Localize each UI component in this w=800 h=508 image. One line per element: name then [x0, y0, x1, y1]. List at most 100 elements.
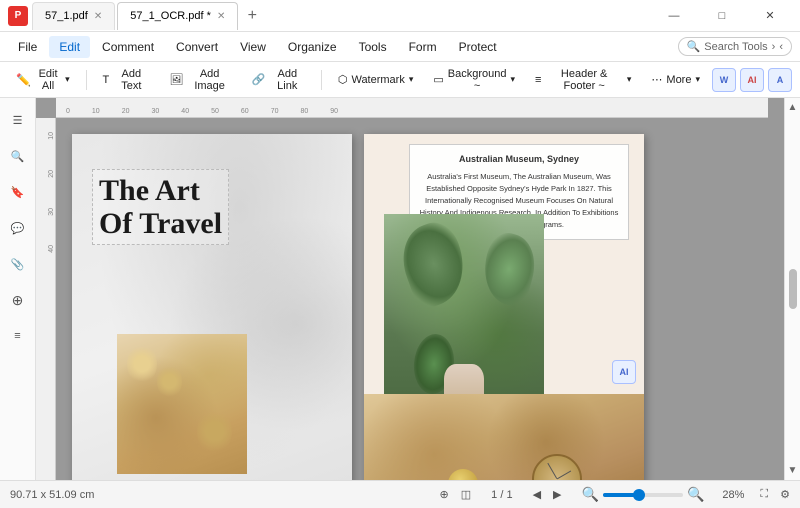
dropdown-icon: ▾ — [627, 74, 632, 85]
close-icon[interactable]: ✕ — [94, 11, 102, 22]
edit-toolbar: ✏️ Edit All ▾ T Add Text 🖼 Add Image 🔗 A… — [0, 62, 800, 98]
ruler-tick: 70 — [271, 108, 279, 115]
sidebar-attach-icon[interactable]: 📎 — [4, 250, 32, 278]
menu-view[interactable]: View — [230, 36, 276, 58]
page-title-box[interactable]: The ArtOf Travel — [92, 169, 229, 245]
page-title-text: The ArtOf Travel — [99, 174, 222, 240]
more-label: More — [666, 74, 691, 86]
page-floral-image — [117, 334, 247, 474]
next-page-button[interactable]: ▶ — [553, 488, 561, 501]
menu-organize[interactable]: Organize — [278, 36, 347, 58]
ai-badge-right[interactable]: AI — [612, 360, 636, 384]
window-controls: — □ ✕ — [652, 2, 792, 30]
ruler-tick: 40 — [181, 108, 189, 115]
watermark-button[interactable]: ⬡ Watermark ▾ — [330, 69, 422, 90]
menu-tools[interactable]: Tools — [349, 36, 397, 58]
zoom-thumb[interactable] — [633, 489, 645, 501]
menu-form[interactable]: Form — [399, 36, 447, 58]
ruler-tick: 20 — [48, 170, 55, 178]
pdf-page-right: Australian Museum, Sydney Australia's Fi… — [364, 134, 644, 480]
sidebar-layers-icon[interactable]: ≡ — [4, 322, 32, 350]
sidebar-add-icon[interactable]: ⊕ — [4, 286, 32, 314]
zoom-out-button[interactable]: 🔍 — [582, 486, 599, 503]
zoom-in-button[interactable]: 🔍 — [687, 486, 704, 503]
close-icon[interactable]: ✕ — [217, 11, 225, 22]
ocr-icon[interactable]: ◫ — [461, 488, 471, 501]
edit-icon: ✏️ — [16, 73, 31, 87]
ruler-tick: 80 — [300, 108, 308, 115]
sidebar-search-icon[interactable]: 🔍 — [4, 142, 32, 170]
scroll-up-button[interactable]: ▲ — [788, 102, 798, 113]
ai-office-button[interactable]: A — [768, 68, 792, 92]
more-button[interactable]: ⋯ More ▾ — [643, 69, 708, 90]
vase-image-inner — [364, 394, 644, 480]
menu-protect[interactable]: Protect — [449, 36, 507, 58]
edit-all-button[interactable]: ✏️ Edit All ▾ — [8, 64, 78, 96]
zoom-slider[interactable] — [603, 493, 683, 497]
header-footer-button[interactable]: ≡ Header & Footer ~ ▾ — [527, 64, 639, 96]
add-text-button[interactable]: T Add Text — [95, 64, 158, 96]
menu-convert[interactable]: Convert — [166, 36, 228, 58]
maximize-button[interactable]: □ — [700, 2, 744, 30]
tab-57-1-ocr[interactable]: 57_1_OCR.pdf * ✕ — [117, 2, 238, 30]
dropdown-icon: ▾ — [409, 74, 414, 85]
sidebar-menu-icon[interactable]: ☰ — [4, 106, 32, 134]
background-button[interactable]: ▭ Background ~ ▾ — [425, 64, 523, 96]
fit-page-button[interactable]: ⛶ — [760, 488, 768, 501]
page-indicator: 1 / 1 — [491, 489, 512, 501]
ruler-tick: 10 — [48, 132, 55, 140]
pdf-view-area: 0 10 20 30 40 50 60 70 80 90 10 20 30 40 — [36, 98, 784, 480]
background-icon: ▭ — [433, 73, 443, 86]
scan-icon[interactable]: ⊕ — [440, 488, 449, 501]
ruler-tick: 30 — [48, 208, 55, 216]
add-link-button[interactable]: 🔗 Add Link — [244, 64, 313, 96]
ruler-tick: 20 — [122, 108, 130, 115]
edit-all-label: Edit All — [35, 68, 61, 92]
search-label: Search Tools — [704, 41, 767, 53]
menu-comment[interactable]: Comment — [92, 36, 164, 58]
flower-detail — [157, 364, 182, 399]
ruler-tick: 0 — [66, 108, 70, 115]
sidebar-comment-icon[interactable]: 💬 — [4, 214, 32, 242]
new-tab-button[interactable]: + — [240, 4, 264, 28]
dropdown-icon: ▾ — [695, 74, 700, 85]
ai-button[interactable]: AI — [740, 68, 764, 92]
sidebar-bookmark-icon[interactable]: 🔖 — [4, 178, 32, 206]
title-bar: P 57_1.pdf ✕ 57_1_OCR.pdf * ✕ + — □ ✕ — [0, 0, 800, 32]
separator — [86, 70, 87, 90]
more-icon: ⋯ — [651, 73, 662, 86]
museum-title: Australian Museum, Sydney — [418, 153, 620, 167]
tab-label: 57_1.pdf — [45, 10, 88, 22]
add-image-label: Add Image — [187, 68, 232, 92]
text-icon: T — [103, 74, 110, 86]
scroll-track[interactable] — [789, 113, 797, 465]
scroll-down-button[interactable]: ▼ — [788, 465, 798, 476]
header-footer-label: Header & Footer ~ — [545, 68, 622, 92]
zoom-fill — [603, 493, 635, 497]
vase-clock-image — [364, 394, 644, 480]
clock-hand — [547, 463, 557, 479]
zoom-controls: 🔍 🔍 — [582, 486, 705, 503]
main-area: ☰ 🔍 🔖 💬 📎 ⊕ ≡ 0 10 20 30 40 50 60 70 80 … — [0, 98, 800, 480]
scroll-thumb[interactable] — [789, 269, 797, 309]
search-tools[interactable]: 🔍 Search Tools › ‹ — [678, 37, 792, 56]
close-window-button[interactable]: ✕ — [748, 2, 792, 30]
flower-detail — [197, 409, 232, 454]
settings-button[interactable]: ⚙ — [780, 488, 790, 501]
right-scroll-panel: ▲ ▼ — [784, 98, 800, 480]
menu-edit[interactable]: Edit — [49, 36, 90, 58]
background-label: Background ~ — [448, 68, 507, 92]
prev-page-button[interactable]: ◀ — [533, 488, 541, 501]
separator — [321, 70, 322, 90]
menu-file[interactable]: File — [8, 36, 47, 58]
flower-detail — [127, 344, 157, 384]
dropdown-icon: ▾ — [511, 74, 516, 85]
ai-word-button[interactable]: W — [712, 68, 736, 92]
minimize-button[interactable]: — — [652, 2, 696, 30]
status-bar: 90.71 x 51.09 cm ⊕ ◫ 1 / 1 ◀ ▶ 🔍 🔍 28% ⛶… — [0, 480, 800, 508]
tab-57-1[interactable]: 57_1.pdf ✕ — [32, 2, 115, 30]
watermark-label: Watermark — [351, 74, 404, 86]
chevron-right-icon: › — [772, 41, 776, 53]
add-image-button[interactable]: 🖼 Add Image — [161, 64, 239, 96]
ruler-tick: 60 — [241, 108, 249, 115]
